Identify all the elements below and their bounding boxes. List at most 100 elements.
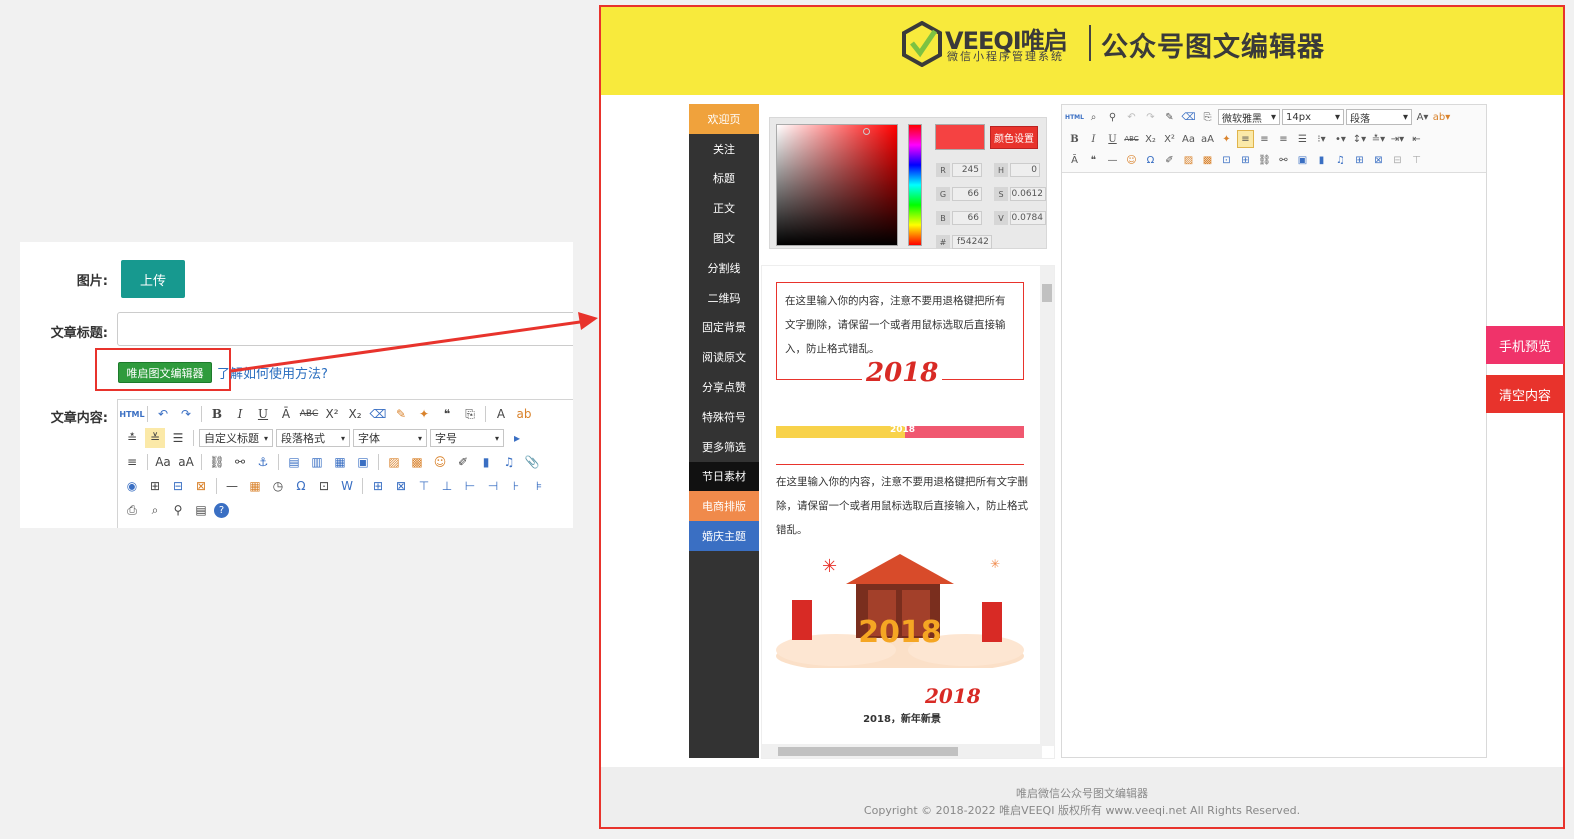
font-color-icon[interactable]: A▾	[1414, 108, 1431, 126]
redo-icon[interactable]: ↷	[176, 404, 196, 424]
highlight-color-icon[interactable]: ab	[514, 404, 534, 424]
insert-video-icon[interactable]: ▮	[476, 452, 496, 472]
scrawl-icon[interactable]: ✐	[1161, 151, 1178, 169]
underline-icon[interactable]: U	[1104, 130, 1121, 148]
v-field[interactable]: V 0.0784	[994, 210, 1046, 226]
format-brush-icon[interactable]: ✎	[391, 404, 411, 424]
insert-frame-icon[interactable]: ⊞	[145, 476, 165, 496]
nav-item-read-original[interactable]: 阅读原文	[689, 342, 759, 372]
wordimage-icon[interactable]: ⊡	[1218, 151, 1235, 169]
align-justify-icon[interactable]: ☰	[1294, 130, 1311, 148]
align-left-icon[interactable]: ≡	[1237, 130, 1254, 148]
html-source-icon[interactable]: HTML	[119, 404, 144, 424]
insert-table-icon[interactable]: ⊞	[1351, 151, 1368, 169]
multi-image-icon[interactable]: ▩	[407, 452, 427, 472]
direction-icon[interactable]: ▸	[507, 428, 527, 448]
strikethrough-icon[interactable]: ABC	[299, 404, 319, 424]
time-icon[interactable]: ◷	[268, 476, 288, 496]
subscript-icon[interactable]: X₂	[345, 404, 365, 424]
mobile-preview-button[interactable]: 手机预览	[1486, 326, 1564, 364]
nav-item-special-symbols[interactable]: 特殊符号	[689, 402, 759, 432]
nav-item-fixed-bg[interactable]: 固定背景	[689, 313, 759, 343]
insert-row-icon[interactable]: ⊥	[437, 476, 457, 496]
scrawl-icon[interactable]: ✐	[453, 452, 473, 472]
image-none-icon[interactable]: ▤	[284, 452, 304, 472]
search-replace-icon[interactable]: ⚲	[1104, 108, 1121, 126]
special-chars-icon[interactable]: Ω	[1142, 151, 1159, 169]
eraser-icon[interactable]: ⌫	[368, 404, 388, 424]
re-size-select[interactable]: 14px ▾	[1282, 109, 1344, 125]
undo-icon[interactable]: ↶	[153, 404, 173, 424]
s-field[interactable]: S 0.0612	[994, 186, 1046, 202]
template-list[interactable]: 在这里输入你的内容，注意不要用退格键把所有文字删除，请保留一个或者用鼠标选取后直…	[761, 265, 1055, 759]
indent-icon[interactable]: ⇥▾	[1389, 130, 1406, 148]
clear-content-button[interactable]: 清空内容	[1486, 375, 1564, 413]
delete-col-icon[interactable]: ⊦	[506, 476, 526, 496]
title-input[interactable]	[117, 312, 573, 346]
italic-icon[interactable]: I	[1085, 130, 1102, 148]
drafts-icon[interactable]: ▤	[191, 500, 211, 520]
font-color-icon[interactable]: A	[491, 404, 511, 424]
template-icon[interactable]: ⊠	[191, 476, 211, 496]
paragraph-select[interactable]: 段落格式 ▾	[276, 429, 350, 447]
highlight-color-icon[interactable]: ab▾	[1433, 108, 1451, 126]
to-lowercase-icon[interactable]: aA	[1199, 130, 1216, 148]
vertical-scrollbar[interactable]	[1040, 266, 1054, 746]
redo-icon[interactable]: ↷	[1142, 108, 1159, 126]
insert-col-icon[interactable]: ⊣	[483, 476, 503, 496]
h-field[interactable]: H0	[994, 162, 1040, 178]
superscript-icon[interactable]: X²	[1161, 130, 1178, 148]
nav-item-title[interactable]: 标题	[689, 164, 759, 194]
template-caption[interactable]: 2018，新年新景	[762, 710, 1042, 725]
strikethrough-icon[interactable]: ABC	[1123, 130, 1140, 148]
split-cells-icon[interactable]: ⊤	[1408, 151, 1425, 169]
b-field[interactable]: B 66	[936, 210, 982, 226]
image-left-icon[interactable]: ▥	[307, 452, 327, 472]
unlink-icon[interactable]: ⚯	[1275, 151, 1292, 169]
ordered-list-icon[interactable]: ⁝▾	[1313, 130, 1330, 148]
g-field[interactable]: G 66	[936, 186, 982, 202]
image-search-icon[interactable]: ⊞	[1237, 151, 1254, 169]
music-icon[interactable]: ♫	[499, 452, 519, 472]
article-editor[interactable]: HTML ⌕ ⚲ ↶ ↷ ✎ ⌫ ⎘ 微软雅黑 ▾ 14px ▾ 段落 ▾ A▾ ab…	[1061, 104, 1487, 758]
insert-code-icon[interactable]: ⊟	[168, 476, 188, 496]
nav-item-divider[interactable]: 分割线	[689, 253, 759, 283]
italic-icon[interactable]: I	[230, 404, 250, 424]
paste-plain-icon[interactable]: ⎘	[1199, 108, 1216, 126]
search-replace-icon[interactable]: ⚲	[168, 500, 188, 520]
howto-link[interactable]: 了解如何使用方法?	[217, 363, 328, 382]
multi-image-icon[interactable]: ▩	[1199, 151, 1216, 169]
format-brush-icon[interactable]: ✎	[1161, 108, 1178, 126]
insert-table-icon[interactable]: ⊞	[368, 476, 388, 496]
table-title-icon[interactable]: ⊤	[414, 476, 434, 496]
hue-slider[interactable]	[908, 124, 922, 246]
color-cursor[interactable]	[863, 128, 870, 135]
row-spacing-icon[interactable]: ≛▾	[1370, 130, 1387, 148]
unordered-list-icon[interactable]: •▾	[1332, 130, 1349, 148]
insert-image-icon[interactable]: ▨	[1180, 151, 1197, 169]
template-text-plain[interactable]: 在这里输入你的内容，注意不要用退格键把所有文字删除，请保留一个或者用鼠标选取后直…	[776, 470, 1028, 542]
nav-item-qrcode[interactable]: 二维码	[689, 283, 759, 313]
print-icon[interactable]: ⎙	[122, 500, 142, 520]
to-uppercase-icon[interactable]: Aa	[153, 452, 173, 472]
justify-icon[interactable]: ≡	[122, 452, 142, 472]
emotion-icon[interactable]: ☺	[430, 452, 450, 472]
template-2018-art[interactable]: 2018	[862, 358, 943, 388]
color-gradient-field[interactable]	[776, 124, 898, 246]
line-height-icon[interactable]: ↕▾	[1351, 130, 1368, 148]
help-icon[interactable]: ?	[214, 502, 229, 518]
delete-row-icon[interactable]: ⊢	[460, 476, 480, 496]
font-border-icon[interactable]: Ā	[1066, 151, 1083, 169]
nav-item-welcome[interactable]: 欢迎页	[689, 104, 759, 134]
nav-item-follow[interactable]: 关注	[689, 134, 759, 164]
link-icon[interactable]: ⛓	[207, 452, 227, 472]
nav-item-ecommerce[interactable]: 电商排版	[689, 491, 759, 522]
re-paragraph-select[interactable]: 段落 ▾	[1346, 109, 1412, 125]
superscript-icon[interactable]: X²	[322, 404, 342, 424]
anchor-icon[interactable]: ⚓	[253, 452, 273, 472]
to-uppercase-icon[interactable]: Aa	[1180, 130, 1197, 148]
nav-item-share-like[interactable]: 分享点赞	[689, 372, 759, 402]
underline-icon[interactable]: U	[253, 404, 273, 424]
merge-cells-icon[interactable]: ⊟	[1389, 151, 1406, 169]
preview-icon[interactable]: ⌕	[145, 500, 165, 520]
